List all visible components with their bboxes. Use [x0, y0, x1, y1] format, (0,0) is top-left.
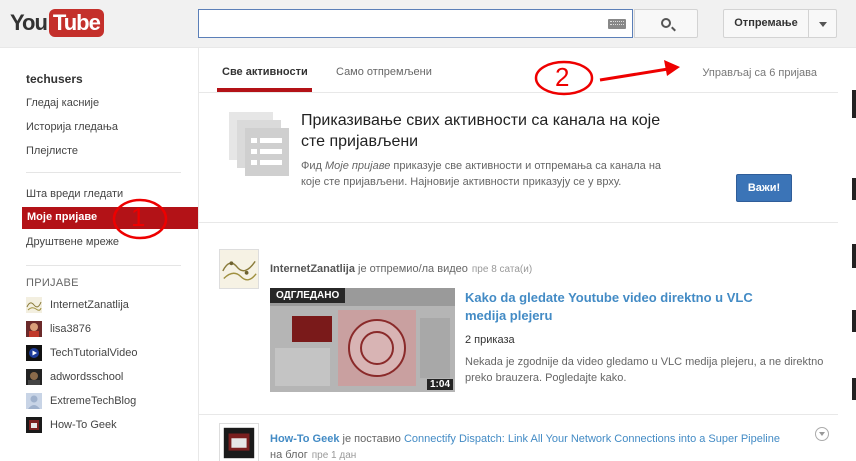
active-tab-indicator — [217, 88, 312, 92]
logo-tube-text: Tube — [48, 9, 104, 37]
video-description: Nekada je zgodnije da video gledamo u VL… — [465, 356, 824, 384]
promo-title: Приказивање свих активности са канала на… — [301, 112, 661, 150]
feed-item-time: пре 1 дан — [311, 450, 357, 461]
subscriptions-heading: ПРИЈАВЕ — [26, 277, 79, 289]
sidebar-item-watch-later[interactable]: Гледај касније — [26, 97, 99, 109]
subscription-item[interactable]: How-To Geek — [26, 416, 117, 434]
cutoff-element — [852, 178, 856, 200]
sidebar-item-history[interactable]: Историја гледања — [26, 121, 118, 133]
subscription-item[interactable]: adwordsschool — [26, 368, 123, 386]
watched-badge: ОДГЛЕДАНО — [270, 288, 346, 303]
feed-item: InternetZanatlija је отпремио/ла видео пр… — [199, 249, 839, 414]
subscription-item[interactable]: TechTutorialVideo — [26, 344, 137, 362]
video-title-link[interactable]: Kako da gledate Youtube video direktno u… — [465, 289, 795, 325]
search-icon — [661, 18, 671, 28]
photo-avatar-icon — [26, 321, 42, 337]
feed-item-action-suffix: на блог — [270, 449, 308, 461]
video-duration: 1:04 — [426, 379, 453, 390]
promo-text: Фид Моје пријаве приказује све активност… — [301, 158, 681, 190]
youtube-subscriptions-page: You Tube Отпремање techusers Гледај касн… — [0, 0, 856, 461]
sidebar-divider — [26, 265, 181, 266]
subscription-name: TechTutorialVideo — [50, 347, 138, 359]
search-box — [198, 9, 633, 38]
sidebar-item-playlists[interactable]: Плејлисте — [26, 145, 78, 157]
subscription-item[interactable]: lisa3876 — [26, 320, 91, 338]
sketch-avatar-icon[interactable] — [219, 249, 259, 289]
default-user-avatar-icon — [26, 393, 42, 409]
feed-item-time: пре 8 сата(и) — [471, 264, 533, 275]
subscription-name: How-To Geek — [50, 419, 117, 431]
feed-item-action: је поставио — [339, 433, 404, 445]
logo-you-text: You — [10, 10, 48, 35]
feed-tabs: Све активности Само отпремљени Управљај … — [199, 48, 839, 93]
sidebar-item-whats-to-watch[interactable]: Шта вреди гледати — [26, 188, 123, 200]
search-input[interactable] — [203, 13, 603, 34]
sidebar-divider — [26, 172, 181, 173]
right-edge-strip — [838, 48, 856, 461]
cutoff-element — [852, 378, 856, 400]
feed-item: How-To Geek је поставио Connectify Dispa… — [199, 423, 839, 461]
youtube-logo[interactable]: You Tube — [10, 9, 104, 37]
subscription-name: InternetZanatlija — [50, 299, 129, 311]
cutoff-element — [852, 310, 856, 332]
tab-all-activity[interactable]: Све активности — [222, 66, 308, 78]
cutoff-element — [852, 90, 856, 118]
cutoff-element — [852, 244, 856, 268]
chevron-down-icon[interactable] — [808, 9, 837, 38]
sketch-avatar-icon — [26, 297, 42, 313]
feed-item-action: је отпремио/ла видео — [354, 263, 468, 275]
got-it-button[interactable]: Важи! — [736, 174, 792, 202]
subscription-name: ExtremeTechBlog — [50, 395, 137, 407]
info-promo: Приказивање свих активности са канала на… — [199, 94, 839, 223]
annotation-number: 2 — [555, 62, 570, 92]
promo-text-emphasis: Моје пријаве — [324, 160, 391, 172]
search-button[interactable] — [634, 9, 698, 38]
top-header: You Tube Отпремање — [0, 0, 856, 48]
subscription-name: adwordsschool — [50, 371, 124, 383]
promo-text-start: Фид — [301, 160, 325, 172]
video-thumbnail[interactable]: ОДГЛЕДАНО 1:04 — [270, 288, 455, 392]
options-chevron-icon[interactable] — [815, 427, 829, 441]
sidebar-username[interactable]: techusers — [26, 72, 83, 86]
annotation-arrow-icon — [599, 60, 680, 82]
main-feed: Све активности Само отпремљени Управљај … — [198, 48, 839, 461]
sidebar-item-label: Моје пријаве — [27, 211, 98, 223]
feed-item-header: How-To Geek је поставио Connectify Dispa… — [270, 431, 790, 461]
activity-list-icon — [229, 112, 289, 176]
subscription-item[interactable]: ExtremeTechBlog — [26, 392, 136, 410]
feed-item-header: InternetZanatlija је отпремио/ла видео пр… — [270, 261, 532, 278]
feed-item-user[interactable]: How-To Geek — [270, 433, 339, 445]
upload-button[interactable]: Отпремање — [723, 9, 809, 38]
geek-avatar-icon[interactable] — [219, 423, 259, 461]
subscription-item[interactable]: InternetZanatlija — [26, 296, 129, 314]
manage-subscriptions-link[interactable]: Управљај са 6 пријава — [702, 67, 817, 79]
tab-uploads-only[interactable]: Само отпремљени — [336, 66, 432, 78]
subscription-name: lisa3876 — [50, 323, 91, 335]
play-logo-avatar-icon — [26, 345, 42, 361]
sidebar: techusers Гледај касније Историја гледањ… — [0, 48, 198, 461]
blog-post-link[interactable]: Connectify Dispatch: Link All Your Netwo… — [404, 433, 780, 445]
keyboard-icon[interactable] — [608, 19, 626, 29]
dark-avatar-icon — [26, 369, 42, 385]
geek-avatar-icon — [26, 417, 42, 433]
feed-divider — [199, 414, 839, 415]
annotation-number: 1 — [131, 202, 146, 232]
video-preview-icon — [270, 288, 455, 392]
video-view-count: 2 приказа — [465, 334, 515, 346]
sidebar-item-social[interactable]: Друштвене мреже — [26, 236, 119, 248]
feed-item-user[interactable]: InternetZanatlija — [270, 263, 355, 275]
